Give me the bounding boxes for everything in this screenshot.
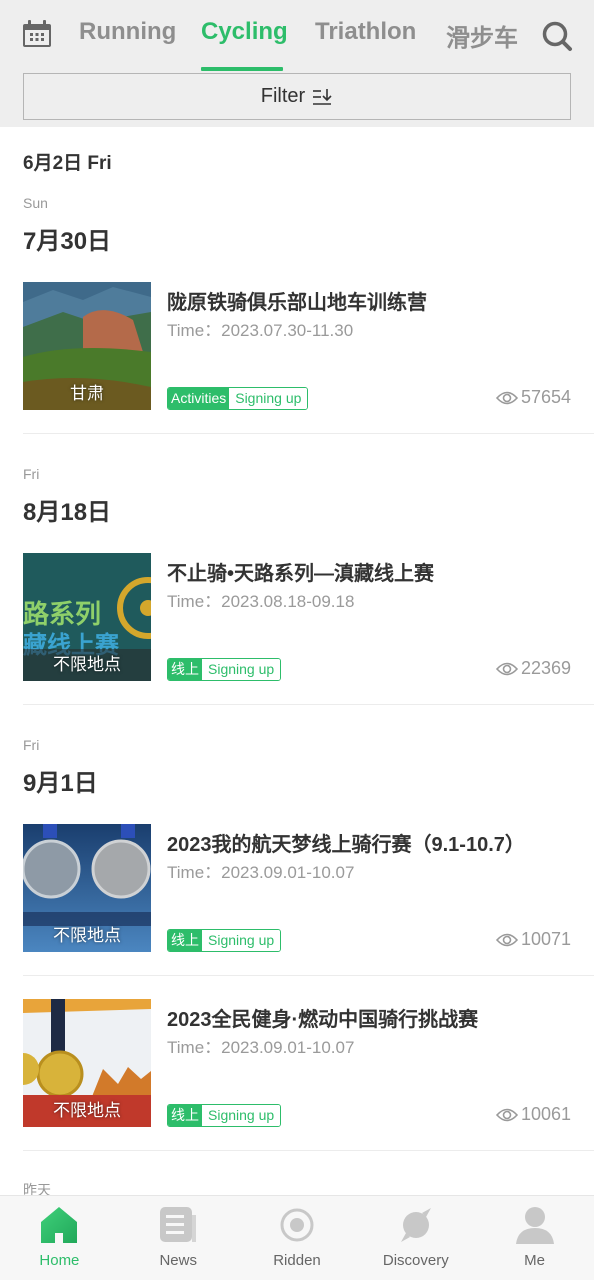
divider bbox=[23, 975, 594, 976]
section-weekday: 昨天 bbox=[23, 1182, 51, 1195]
discovery-icon bbox=[400, 1208, 431, 1242]
section-date: 9月1日 bbox=[23, 770, 98, 797]
calendar-icon[interactable] bbox=[22, 20, 52, 48]
bottom-navigation: Home News Ridden Discovery Me bbox=[0, 1195, 594, 1280]
home-icon bbox=[41, 1207, 78, 1243]
view-count-value: 57654 bbox=[520, 387, 571, 407]
category-tabs: Running Cycling Triathlon 滑步车 bbox=[0, 0, 594, 72]
event-time: Time：2023.08.18-09.18 bbox=[167, 592, 355, 611]
event-thumbnail: 路系列 藏线上赛 不限地点 bbox=[23, 553, 151, 681]
event-time: Time：2023.09.01-10.07 bbox=[167, 1038, 355, 1057]
event-status-tag: Signing up bbox=[229, 388, 308, 409]
nav-home[interactable]: Home bbox=[0, 1196, 119, 1280]
event-card[interactable]: 路系列 藏线上赛 不限地点 不止骑•天路系列—滇藏线上赛 Time：2023.0… bbox=[23, 553, 594, 705]
section-weekday: Fri bbox=[23, 737, 40, 753]
search-icon[interactable] bbox=[541, 20, 573, 52]
nav-label: Me bbox=[524, 1252, 545, 1269]
event-card[interactable]: 甘肃 陇原铁骑俱乐部山地车训练营 Time：2023.07.30-11.30 A… bbox=[23, 282, 594, 434]
event-location: 不限地点 bbox=[53, 926, 121, 945]
view-count: 10071 bbox=[495, 929, 571, 950]
ridden-icon bbox=[280, 1208, 314, 1242]
sort-filter-icon bbox=[313, 88, 332, 105]
nav-news[interactable]: News bbox=[119, 1196, 238, 1280]
event-list[interactable]: 6月2日 Fri Sun 7月30日 甘肃 陇原铁骑俱乐部山地车训练营 Time… bbox=[0, 127, 594, 1195]
event-tags: 线上 Signing up bbox=[167, 929, 282, 952]
tab-balance-bike[interactable]: 滑步车 bbox=[446, 18, 518, 53]
event-time: Time：2023.07.30-11.30 bbox=[167, 321, 354, 340]
event-thumbnail: 不限地点 bbox=[23, 824, 151, 952]
eye-icon bbox=[495, 933, 518, 946]
view-count-value: 10071 bbox=[520, 929, 571, 949]
nav-discovery[interactable]: Discovery bbox=[356, 1196, 475, 1280]
profile-icon bbox=[515, 1207, 554, 1244]
tab-triathlon[interactable]: Triathlon bbox=[315, 18, 416, 46]
today-label: 6月2日 Fri bbox=[23, 153, 112, 174]
view-count: 10061 bbox=[495, 1104, 571, 1125]
view-count: 57654 bbox=[495, 387, 571, 408]
nav-label: Ridden bbox=[273, 1252, 321, 1269]
event-time: Time：2023.09.01-10.07 bbox=[167, 863, 355, 882]
svg-text:路系列: 路系列 bbox=[23, 599, 101, 630]
event-status-tag: Signing up bbox=[202, 1105, 281, 1126]
event-card[interactable]: 不限地点 2023我的航天梦线上骑行赛（9.1-10.7） Time：2023.… bbox=[23, 824, 594, 976]
nav-label: Discovery bbox=[382, 1252, 449, 1269]
filter-button[interactable]: Filter bbox=[23, 73, 571, 120]
event-tags: 线上 Signing up bbox=[167, 658, 282, 681]
section-weekday: Sun bbox=[23, 195, 48, 211]
event-location: 甘肃 bbox=[70, 384, 104, 403]
event-card[interactable]: 不限地点 2023全民健身·燃动中国骑行挑战赛 Time：2023.09.01-… bbox=[23, 999, 594, 1151]
event-location: 不限地点 bbox=[53, 1101, 121, 1120]
section-weekday: Fri bbox=[23, 466, 40, 482]
event-tags: Activities Signing up bbox=[167, 387, 309, 410]
event-type-tag: 线上 bbox=[168, 1105, 202, 1126]
section-date: 7月30日 bbox=[23, 228, 112, 255]
event-status-tag: Signing up bbox=[202, 930, 281, 951]
event-type-tag: 线上 bbox=[168, 930, 202, 951]
event-title: 2023我的航天梦线上骑行赛（9.1-10.7） bbox=[167, 834, 525, 856]
nav-label: News bbox=[159, 1252, 197, 1269]
nav-me[interactable]: Me bbox=[475, 1196, 594, 1280]
tab-cycling[interactable]: Cycling bbox=[201, 18, 288, 46]
section-date: 8月18日 bbox=[23, 499, 112, 526]
eye-icon bbox=[495, 662, 518, 675]
divider bbox=[23, 1150, 594, 1151]
event-thumbnail: 甘肃 bbox=[23, 282, 151, 410]
event-type-tag: Activities bbox=[168, 388, 230, 409]
event-type-tag: 线上 bbox=[168, 659, 202, 680]
view-count-value: 22369 bbox=[520, 658, 571, 678]
divider bbox=[23, 704, 594, 705]
event-thumbnail: 不限地点 bbox=[23, 999, 151, 1127]
event-title: 2023全民健身·燃动中国骑行挑战赛 bbox=[167, 1009, 479, 1031]
event-status-tag: Signing up bbox=[202, 659, 281, 680]
top-header: Running Cycling Triathlon 滑步车 Filter bbox=[0, 0, 594, 127]
event-title: 不止骑•天路系列—滇藏线上赛 bbox=[167, 563, 435, 585]
eye-icon bbox=[495, 1108, 518, 1121]
active-tab-indicator bbox=[201, 67, 283, 71]
news-icon bbox=[160, 1207, 197, 1242]
eye-icon bbox=[495, 391, 518, 404]
nav-ridden[interactable]: Ridden bbox=[238, 1196, 357, 1280]
nav-label: Home bbox=[39, 1252, 80, 1269]
event-location: 不限地点 bbox=[53, 655, 121, 674]
tab-running[interactable]: Running bbox=[79, 18, 176, 46]
divider bbox=[23, 433, 594, 434]
event-title: 陇原铁骑俱乐部山地车训练营 bbox=[167, 292, 427, 314]
event-tags: 线上 Signing up bbox=[167, 1104, 282, 1127]
view-count: 22369 bbox=[495, 658, 571, 679]
filter-label: Filter bbox=[260, 85, 306, 107]
view-count-value: 10061 bbox=[520, 1104, 571, 1124]
